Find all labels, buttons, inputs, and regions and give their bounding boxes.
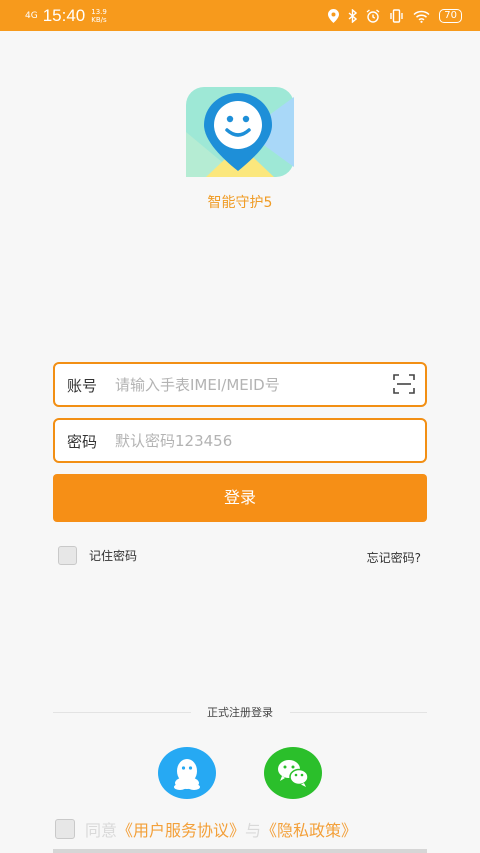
password-field[interactable]: 密码	[53, 418, 427, 463]
bottom-strip	[53, 849, 427, 853]
account-input[interactable]	[113, 370, 387, 400]
app-logo-icon	[186, 87, 294, 177]
remember-checkbox[interactable]	[58, 546, 77, 565]
account-label: 账号	[67, 377, 98, 395]
password-label: 密码	[67, 433, 98, 451]
battery-icon: 70	[439, 9, 462, 23]
agreement-checkbox[interactable]	[55, 819, 75, 839]
account-field[interactable]: 账号	[53, 362, 427, 407]
vibrate-icon	[390, 9, 403, 23]
clock: 15:40	[42, 6, 86, 25]
net-speed: 13.9 KB/s	[91, 8, 107, 24]
bluetooth-icon	[348, 9, 358, 23]
forgot-password-link[interactable]: 忘记密码?	[367, 549, 421, 566]
privacy-link[interactable]: 《隐私政策》	[261, 817, 357, 841]
qq-icon	[174, 759, 200, 790]
remember-label: 记住密码	[89, 549, 138, 563]
terms-link[interactable]: 《用户服务协议》	[117, 817, 245, 841]
wechat-icon	[278, 760, 309, 787]
register-divider-text: 正式注册登录	[207, 706, 273, 719]
status-bar: 4G 15:40 13.9 KB/s 70	[0, 0, 480, 31]
agree-text: 同意	[85, 821, 118, 840]
wifi-icon	[413, 10, 430, 23]
location-icon	[328, 9, 340, 23]
remember-password[interactable]: 记住密码	[58, 546, 137, 565]
app-name: 智能守护5	[207, 195, 273, 211]
scan-icon[interactable]	[393, 374, 415, 394]
agreement-row: 同意 《用户服务协议》 与 《隐私政策》	[55, 817, 357, 841]
wechat-login-button[interactable]	[264, 747, 322, 799]
login-button[interactable]: 登录	[53, 474, 427, 522]
and-text: 与	[245, 821, 262, 840]
alarm-icon	[366, 9, 380, 23]
signal-indicator: 4G	[25, 10, 38, 21]
qq-login-button[interactable]	[158, 747, 216, 799]
password-input[interactable]	[113, 426, 387, 456]
